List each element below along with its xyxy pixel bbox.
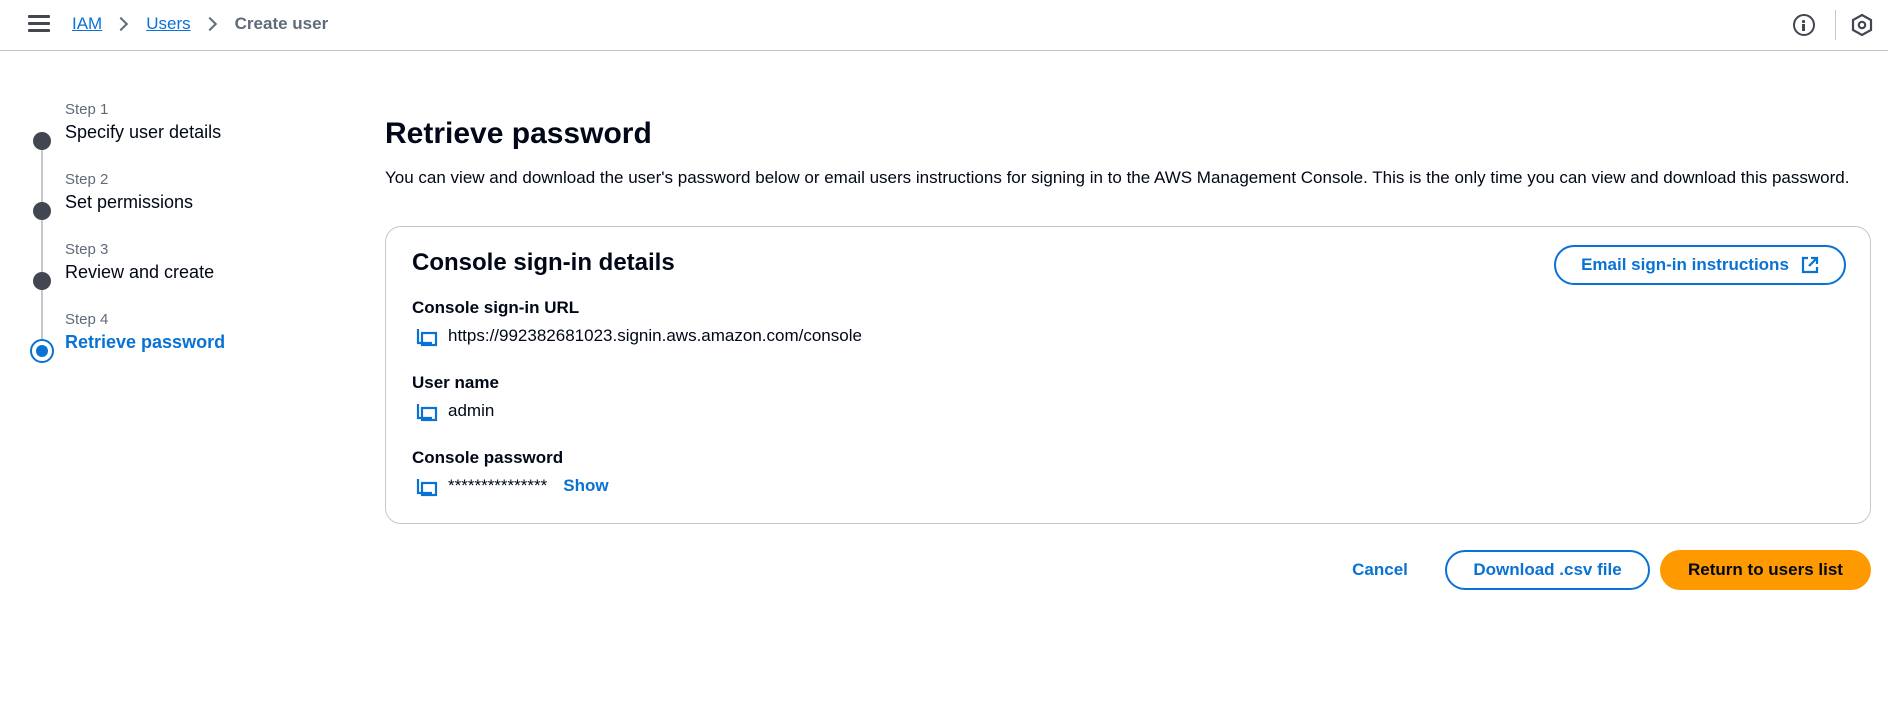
- step-dot-icon: [33, 202, 51, 220]
- sign-in-url-value: https://992382681023.signin.aws.amazon.c…: [448, 326, 862, 345]
- step-3: Step 3 Review and create: [28, 240, 328, 342]
- chevron-right-icon: [202, 16, 217, 32]
- field-label: Console sign-in URL: [412, 298, 580, 317]
- field-label: Console password: [412, 448, 564, 467]
- info-icon[interactable]: [1793, 14, 1815, 36]
- step-title: Specify user details: [65, 122, 222, 142]
- step-2: Step 2 Set permissions: [28, 170, 328, 272]
- download-csv-button[interactable]: Download .csv file: [1445, 550, 1650, 590]
- user-name-field: User name admin: [412, 372, 499, 424]
- main-content: Retrieve password You can view and downl…: [385, 115, 1871, 191]
- user-name-value: admin: [448, 401, 495, 420]
- breadcrumb-users[interactable]: Users: [146, 14, 190, 34]
- page-title: Retrieve password: [385, 117, 652, 150]
- step-label: Step 3: [65, 241, 109, 258]
- email-sign-in-instructions-button[interactable]: Email sign-in instructions: [1554, 245, 1846, 285]
- step-title: Review and create: [65, 262, 215, 282]
- step-dot-icon: [33, 132, 51, 150]
- return-to-users-list-button[interactable]: Return to users list: [1660, 550, 1871, 590]
- top-navigation: IAM Users Create user: [0, 0, 1888, 51]
- external-link-icon: [1801, 256, 1819, 274]
- settings-hexagon-icon[interactable]: [1850, 13, 1874, 37]
- divider: [1835, 10, 1836, 40]
- console-sign-in-card: Console sign-in details Email sign-in in…: [385, 226, 1871, 524]
- copy-icon[interactable]: [416, 475, 438, 497]
- breadcrumb-create-user: Create user: [234, 14, 329, 33]
- step-4: Step 4 Retrieve password: [28, 310, 328, 380]
- step-label: Step 4: [65, 311, 109, 328]
- password-value: ***************: [448, 476, 548, 495]
- wizard-steps: Step 1 Specify user details Step 2 Set p…: [28, 100, 328, 380]
- step-label: Step 1: [65, 101, 109, 118]
- chevron-right-icon: [114, 16, 129, 32]
- show-password-link[interactable]: Show: [563, 476, 608, 496]
- copy-icon[interactable]: [416, 400, 438, 422]
- hamburger-menu-icon[interactable]: [28, 15, 50, 35]
- step-1: Step 1 Specify user details: [28, 100, 328, 202]
- console-password-field: Console password *************** Show: [412, 447, 609, 499]
- step-title: Set permissions: [65, 192, 194, 212]
- step-active-dot-icon: [30, 339, 54, 363]
- card-title: Console sign-in details: [412, 249, 675, 276]
- field-label: User name: [412, 373, 499, 392]
- step-label: Step 2: [65, 171, 109, 188]
- breadcrumb: IAM Users Create user: [72, 14, 328, 34]
- breadcrumb-iam[interactable]: IAM: [72, 14, 102, 34]
- page-description: You can view and download the user's pas…: [385, 168, 1850, 187]
- step-dot-icon: [33, 272, 51, 290]
- email-button-label: Email sign-in instructions: [1581, 255, 1789, 274]
- sign-in-url-field: Console sign-in URL https://992382681023…: [412, 297, 862, 349]
- cancel-button[interactable]: Cancel: [1340, 552, 1420, 588]
- copy-icon[interactable]: [416, 325, 438, 347]
- step-title: Retrieve password: [65, 332, 226, 352]
